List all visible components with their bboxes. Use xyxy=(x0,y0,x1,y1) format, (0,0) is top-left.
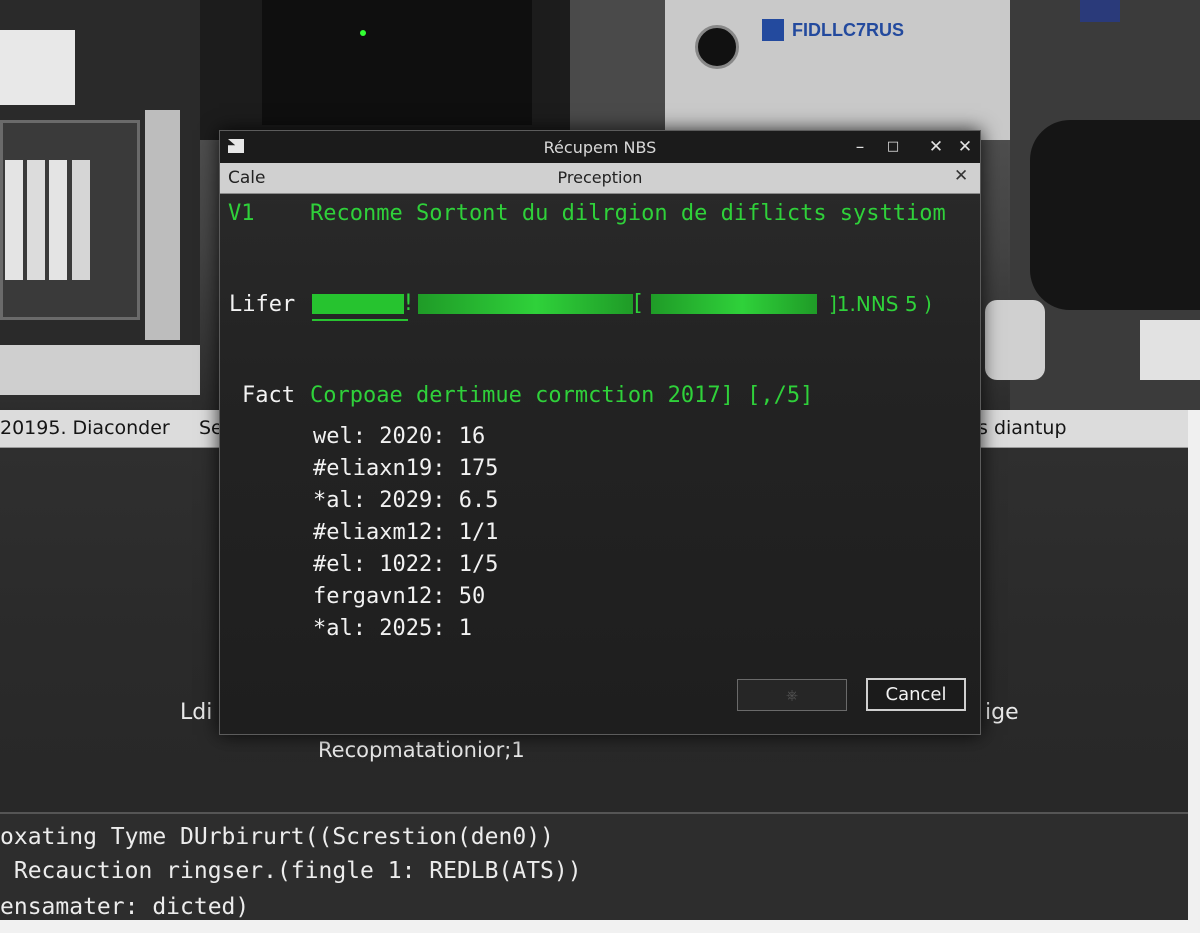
list-item: #eliaxm12: 1/1 xyxy=(313,520,499,545)
facts-list: wel: 2020: 16 #eliaxn19: 175 *al: 2029: … xyxy=(313,421,498,645)
left-fragment-text: Ldi xyxy=(180,700,213,725)
progress-value: ]1.NNS 5 ) xyxy=(829,292,932,316)
list-item: wel: 2020: 16 xyxy=(313,424,486,449)
fact-message: Corpoae dertimue cormction 2017] [,/5] xyxy=(310,383,814,408)
list-item: *al: 2025: 1 xyxy=(313,616,472,641)
cancel-button[interactable]: Cancel xyxy=(866,678,966,711)
console-line-3: ensamater: dicted) xyxy=(0,894,250,920)
close-icon-secondary[interactable]: ✕ xyxy=(953,135,977,159)
list-item: #eliaxn19: 175 xyxy=(313,456,499,481)
minimize-icon[interactable]: – xyxy=(848,135,872,159)
brand-logo-icon xyxy=(762,19,784,41)
row1-label: V1 xyxy=(228,201,255,226)
subbar-title: Preception xyxy=(557,168,643,187)
brand-logo-text: FIDLLC7RUS xyxy=(792,20,904,40)
list-item: fergavn12: 50 xyxy=(313,584,486,609)
maximize-icon[interactable]: □ xyxy=(881,135,905,159)
recovery-dialog: Récupem NBS – □ ✕ ✕ Cale Preception ✕ V1… xyxy=(219,130,981,735)
console-line-1: oxating Tyme DUrbirurt((Screstion(den0)) xyxy=(0,824,554,850)
dialog-subbar: Cale Preception ✕ xyxy=(220,163,980,194)
close-icon[interactable]: ✕ xyxy=(924,135,948,159)
row1-message: Reconme Sortont du dilrgion de diflicts … xyxy=(310,201,946,226)
list-item: #el: 1022: 1/5 xyxy=(313,552,499,577)
right-fragment-text: ige xyxy=(985,700,1019,725)
subbar-close-icon[interactable]: ✕ xyxy=(954,166,968,186)
ok-button[interactable]: ⎈ xyxy=(737,679,847,711)
progress-label: Lifer xyxy=(229,292,296,317)
status-line: Recopmatationior;1 xyxy=(318,738,525,762)
header-left-text: 20195. Diaconder xyxy=(0,417,170,439)
fact-label: Fact xyxy=(242,383,295,408)
dialog-titlebar[interactable]: Récupem NBS – □ ✕ ✕ xyxy=(220,131,980,163)
console-panel: oxating Tyme DUrbirurt((Screstion(den0))… xyxy=(0,812,1200,920)
console-line-2: Recauction ringser.(fingle 1: REDLB(ATS)… xyxy=(0,858,582,884)
header-right-text: s diantup xyxy=(978,417,1067,439)
list-item: *al: 2029: 6.5 xyxy=(313,488,499,513)
scrollbar[interactable] xyxy=(1188,410,1200,933)
bottom-strip xyxy=(0,920,1200,933)
